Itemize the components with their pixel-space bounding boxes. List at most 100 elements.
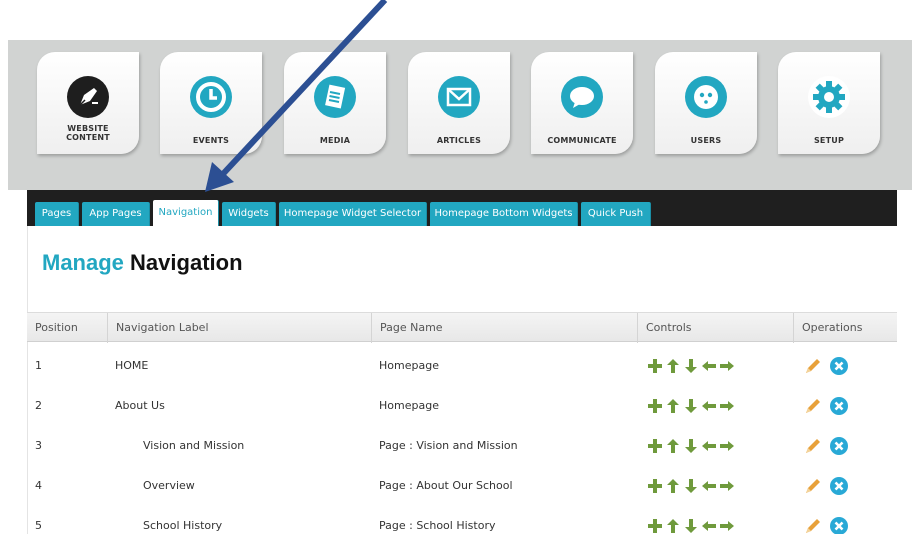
- move-down-icon[interactable]: [683, 358, 699, 374]
- move-down-icon[interactable]: [683, 518, 699, 534]
- table-row: 2 About Us Homepage: [27, 386, 897, 426]
- row-navigation-label: About Us: [115, 399, 165, 412]
- column-header-position: Position: [35, 321, 78, 334]
- row-position: 4: [35, 479, 42, 492]
- row-controls: [647, 358, 735, 374]
- move-up-icon[interactable]: [665, 398, 681, 414]
- row-operations: [803, 396, 849, 416]
- indent-icon[interactable]: [719, 438, 735, 454]
- row-position: 5: [35, 519, 42, 532]
- row-controls: [647, 518, 735, 534]
- pen-nib-icon: [67, 76, 109, 118]
- edit-pencil-icon[interactable]: [803, 476, 823, 496]
- row-position: 2: [35, 399, 42, 412]
- tab-bar: Pages App Pages Navigation Widgets Homep…: [27, 190, 897, 226]
- move-up-icon[interactable]: [665, 358, 681, 374]
- row-navigation-label: Overview: [143, 479, 195, 492]
- document-icon: [314, 76, 356, 118]
- module-label: WEBSITE CONTENT: [66, 124, 110, 142]
- add-icon[interactable]: [647, 358, 663, 374]
- outdent-icon[interactable]: [701, 398, 717, 414]
- module-label: ARTICLES: [436, 136, 482, 145]
- add-icon[interactable]: [647, 478, 663, 494]
- delete-icon[interactable]: [829, 516, 849, 534]
- column-header-operations: Operations: [793, 313, 897, 343]
- module-label: EVENTS: [192, 136, 230, 145]
- delete-icon[interactable]: [829, 356, 849, 376]
- envelope-icon: [438, 76, 480, 118]
- module-events[interactable]: EVENTS: [160, 52, 262, 154]
- module-media[interactable]: MEDIA: [284, 52, 386, 154]
- module-label: COMMUNICATE: [547, 136, 617, 145]
- page-title: Manage Navigation: [42, 250, 243, 275]
- tab-homepage-widget-selector[interactable]: Homepage Widget Selector: [279, 202, 427, 226]
- edit-pencil-icon[interactable]: [803, 436, 823, 456]
- column-header-controls: Controls: [637, 313, 793, 343]
- tab-quick-push[interactable]: Quick Push: [581, 202, 651, 226]
- row-position: 1: [35, 359, 42, 372]
- tab-pages[interactable]: Pages: [35, 202, 79, 226]
- tab-widgets[interactable]: Widgets: [222, 202, 276, 226]
- row-position: 3: [35, 439, 42, 452]
- row-page-name: Page : Vision and Mission: [379, 439, 518, 452]
- table-row: 1 HOME Homepage: [27, 346, 897, 386]
- module-label: MEDIA: [319, 136, 351, 145]
- module-articles[interactable]: ARTICLES: [408, 52, 510, 154]
- indent-icon[interactable]: [719, 398, 735, 414]
- indent-icon[interactable]: [719, 478, 735, 494]
- table-header: Position Navigation Label Page Name Cont…: [27, 312, 897, 343]
- table-row: 3 Vision and Mission Page : Vision and Mis…: [27, 426, 897, 466]
- outdent-icon[interactable]: [701, 478, 717, 494]
- module-users[interactable]: USERS: [655, 52, 757, 154]
- row-page-name: Page : About Our School: [379, 479, 513, 492]
- column-header-page-name: Page Name: [371, 313, 637, 343]
- delete-icon[interactable]: [829, 476, 849, 496]
- move-up-icon[interactable]: [665, 438, 681, 454]
- outdent-icon[interactable]: [701, 438, 717, 454]
- add-icon[interactable]: [647, 398, 663, 414]
- indent-icon[interactable]: [719, 358, 735, 374]
- module-label: USERS: [690, 136, 722, 145]
- row-page-name: Homepage: [379, 359, 439, 372]
- row-page-name: Homepage: [379, 399, 439, 412]
- tab-app-pages[interactable]: App Pages: [82, 202, 150, 226]
- row-navigation-label: HOME: [115, 359, 149, 372]
- move-up-icon[interactable]: [665, 478, 681, 494]
- row-controls: [647, 398, 735, 414]
- row-navigation-label: Vision and Mission: [143, 439, 245, 452]
- row-operations: [803, 516, 849, 534]
- face-icon: [685, 76, 727, 118]
- add-icon[interactable]: [647, 438, 663, 454]
- module-website-content[interactable]: WEBSITE CONTENT: [37, 52, 139, 154]
- row-operations: [803, 436, 849, 456]
- delete-icon[interactable]: [829, 436, 849, 456]
- tab-homepage-bottom-widgets[interactable]: Homepage Bottom Widgets: [430, 202, 578, 226]
- outdent-icon[interactable]: [701, 358, 717, 374]
- row-operations: [803, 476, 849, 496]
- move-down-icon[interactable]: [683, 438, 699, 454]
- move-down-icon[interactable]: [683, 398, 699, 414]
- row-controls: [647, 438, 735, 454]
- tab-navigation[interactable]: Navigation: [153, 200, 219, 226]
- row-navigation-label: School History: [143, 519, 223, 532]
- edit-pencil-icon[interactable]: [803, 396, 823, 416]
- row-page-name: Page : School History: [379, 519, 496, 532]
- edit-pencil-icon[interactable]: [803, 356, 823, 376]
- row-operations: [803, 356, 849, 376]
- row-controls: [647, 478, 735, 494]
- table-row: 4 Overview Page : About Our School: [27, 466, 897, 506]
- module-communicate[interactable]: COMMUNICATE: [531, 52, 633, 154]
- gear-icon: [808, 76, 850, 118]
- delete-icon[interactable]: [829, 396, 849, 416]
- module-setup[interactable]: SETUP: [778, 52, 880, 154]
- table-row: 5 School History Page : School History: [27, 506, 897, 534]
- indent-icon[interactable]: [719, 518, 735, 534]
- add-icon[interactable]: [647, 518, 663, 534]
- speech-bubble-icon: [561, 76, 603, 118]
- column-header-navigation-label: Navigation Label: [107, 313, 371, 343]
- move-down-icon[interactable]: [683, 478, 699, 494]
- outdent-icon[interactable]: [701, 518, 717, 534]
- clock-icon: [190, 76, 232, 118]
- move-up-icon[interactable]: [665, 518, 681, 534]
- edit-pencil-icon[interactable]: [803, 516, 823, 534]
